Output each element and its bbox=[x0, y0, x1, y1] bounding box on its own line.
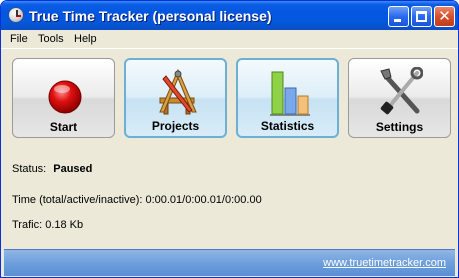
status-label: Status: bbox=[12, 163, 47, 175]
status-value: Paused bbox=[53, 163, 93, 175]
main-panel: Start Projects Statistics Settings Statu… bbox=[4, 49, 455, 249]
start-label: Start bbox=[49, 120, 78, 134]
minimize-icon bbox=[394, 19, 401, 22]
projects-button[interactable]: Projects bbox=[124, 58, 227, 138]
settings-button[interactable]: Settings bbox=[348, 58, 451, 138]
close-icon: ✕ bbox=[438, 7, 451, 25]
menu-help[interactable]: Help bbox=[74, 33, 97, 45]
trafic-readout: Trafic: 0.18 Kb bbox=[12, 219, 84, 231]
app-window: True Time Tracker (personal license) ✕ F… bbox=[0, 0, 459, 278]
close-button[interactable]: ✕ bbox=[434, 6, 455, 27]
status-line: Status: Paused bbox=[12, 163, 92, 175]
projects-label: Projects bbox=[151, 119, 200, 133]
settings-label: Settings bbox=[375, 120, 424, 134]
maximize-icon bbox=[416, 11, 427, 22]
maximize-button[interactable] bbox=[411, 6, 432, 27]
bar-chart-icon bbox=[268, 68, 312, 116]
time-readout: Time (total/active/inactive): 0:00.01/0:… bbox=[12, 194, 262, 206]
statistics-button[interactable]: Statistics bbox=[236, 58, 339, 138]
wrench-screwdriver-icon bbox=[379, 66, 424, 115]
start-button[interactable]: Start bbox=[12, 58, 115, 138]
footer-bar: www.truetimetracker.com bbox=[4, 249, 455, 276]
record-icon bbox=[43, 67, 87, 115]
window-title: True Time Tracker (personal license) bbox=[29, 8, 272, 24]
menu-tools[interactable]: Tools bbox=[38, 33, 64, 45]
minimize-button[interactable] bbox=[388, 6, 409, 27]
statistics-label: Statistics bbox=[260, 119, 315, 133]
menu-file[interactable]: File bbox=[10, 33, 28, 45]
clock-icon[interactable] bbox=[8, 7, 24, 23]
menu-bar: File Tools Help bbox=[1, 30, 458, 49]
drafting-tools-icon bbox=[156, 68, 200, 116]
website-link[interactable]: www.truetimetracker.com bbox=[323, 257, 446, 269]
title-bar[interactable]: True Time Tracker (personal license) ✕ bbox=[1, 1, 458, 30]
